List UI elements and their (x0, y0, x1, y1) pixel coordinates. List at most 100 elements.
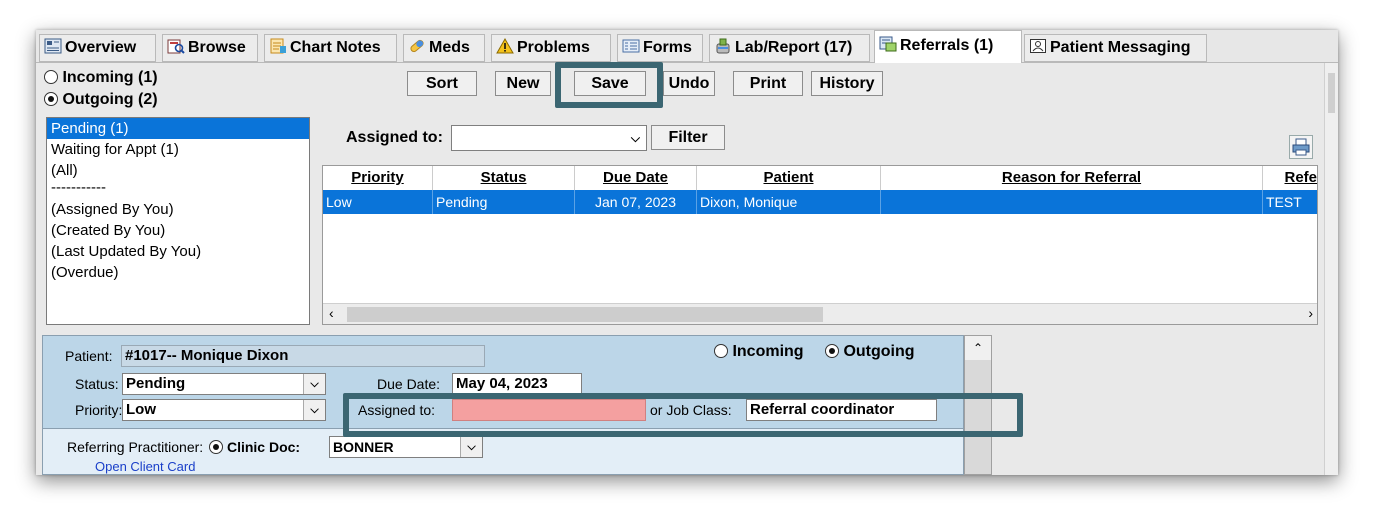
assigned-to-filter-label: Assigned to: (346, 129, 443, 146)
list-item[interactable]: (All) (47, 160, 309, 181)
detail-incoming-option[interactable]: Incoming (714, 343, 804, 361)
tab-label: Problems (517, 39, 590, 56)
referring-practitioner-label: Referring Practitioner: Clinic Doc: (67, 439, 300, 455)
column-header-status[interactable]: Status (433, 166, 575, 190)
tab-chart-notes[interactable]: Chart Notes (264, 34, 397, 62)
tab-label: Meds (429, 39, 470, 56)
scrollbar-thumb[interactable] (347, 307, 823, 322)
list-item[interactable]: Waiting for Appt (1) (47, 139, 309, 160)
detail-outgoing-option[interactable]: Outgoing (825, 343, 915, 361)
outgoing-label: Outgoing (2) (62, 91, 158, 108)
patient-label: Patient: (65, 348, 113, 364)
tab-lab-report[interactable]: Lab/Report (17) (709, 34, 870, 62)
tab-meds[interactable]: Meds (403, 34, 485, 62)
outgoing-radio[interactable] (44, 92, 58, 106)
tab-label: Overview (65, 39, 137, 56)
status-label: Status: (75, 376, 119, 392)
table-cell-due-date: Jan 07, 2023 (575, 190, 697, 214)
list-item[interactable]: (Created By You) (47, 220, 309, 241)
column-header-referred[interactable]: Refe (1263, 166, 1317, 190)
column-header-due-date[interactable]: Due Date (575, 166, 697, 190)
lab-icon (716, 38, 730, 54)
incoming-radio[interactable] (44, 70, 58, 84)
new-button[interactable]: New (495, 71, 551, 96)
tab-referrals[interactable]: Referrals (1) (874, 30, 1022, 64)
detail-outgoing-radio[interactable] (825, 344, 839, 358)
print-button[interactable]: Print (733, 71, 803, 96)
table-horizontal-scrollbar[interactable]: ‹ › (323, 303, 1317, 324)
browse-icon (167, 39, 185, 54)
assigned-job-class-highlight (343, 393, 1023, 437)
tab-problems[interactable]: Problems (491, 34, 611, 62)
tab-patient-messaging[interactable]: Patient Messaging (1024, 34, 1207, 62)
overview-icon (44, 38, 62, 54)
detail-incoming-label: Incoming (732, 343, 804, 360)
column-header-reason[interactable]: Reason for Referral (881, 166, 1263, 190)
clinic-doc-radio[interactable] (209, 440, 224, 454)
list-item[interactable]: (Overdue) (47, 262, 309, 283)
tab-browse[interactable]: Browse (162, 34, 258, 62)
list-item[interactable]: Pending (1) (47, 118, 309, 139)
scroll-left-icon[interactable]: ‹ (329, 305, 334, 321)
tab-overview[interactable]: Overview (39, 34, 156, 62)
filter-button[interactable]: Filter (651, 125, 725, 150)
due-date-field[interactable]: May 04, 2023 (452, 373, 582, 395)
patient-field: #1017-- Monique Dixon (121, 345, 485, 367)
scrollbar-thumb[interactable] (1328, 73, 1335, 113)
outgoing-radio-option[interactable]: Outgoing (2) (44, 91, 158, 109)
assigned-to-filter-select[interactable]: ⌵ (451, 125, 647, 151)
referrals-window: Overview Browse Chart Notes Meds Problem… (36, 30, 1338, 475)
tab-bar: Overview Browse Chart Notes Meds Problem… (36, 30, 1338, 66)
sort-button[interactable]: Sort (407, 71, 477, 96)
referrals-table: Priority Status Due Date Patient Reason … (322, 165, 1318, 325)
due-date-label: Due Date: (377, 376, 441, 392)
status-select[interactable]: Pending ⌵ (122, 373, 326, 395)
table-cell-reason (881, 190, 1263, 214)
clinic-doc-value: BONNER (333, 439, 394, 455)
chevron-down-icon: ⌵ (303, 374, 325, 394)
list-item[interactable]: (Last Updated By You) (47, 241, 309, 262)
detail-outgoing-label: Outgoing (843, 343, 915, 360)
table-cell-priority: Low (323, 190, 433, 214)
detail-incoming-radio[interactable] (714, 344, 728, 358)
pill-icon (410, 39, 424, 53)
scroll-right-icon[interactable]: › (1308, 305, 1313, 321)
open-client-card-link[interactable]: Open Client Card (95, 459, 195, 474)
history-button[interactable]: History (811, 71, 883, 96)
incoming-radio-option[interactable]: Incoming (1) (44, 69, 158, 87)
list-item[interactable]: (Assigned By You) (47, 199, 309, 220)
table-cell-status: Pending (433, 190, 575, 214)
table-cell-patient: Dixon, Monique (697, 190, 881, 214)
printer-icon (1292, 138, 1310, 156)
messaging-icon (1030, 39, 1046, 53)
tab-forms[interactable]: Forms (617, 34, 703, 62)
save-button-highlight (555, 62, 663, 108)
window-vertical-scrollbar[interactable] (1324, 63, 1338, 475)
priority-label: Priority: (75, 402, 123, 418)
table-cell-referred: TEST (1266, 194, 1302, 210)
column-header-priority[interactable]: Priority (323, 166, 433, 190)
column-header-patient[interactable]: Patient (697, 166, 881, 190)
forms-icon (622, 39, 640, 53)
incoming-label: Incoming (1) (62, 69, 158, 86)
priority-select[interactable]: Low ⌵ (122, 399, 326, 421)
clinic-doc-label: Clinic Doc: (226, 439, 301, 455)
status-value: Pending (126, 375, 186, 392)
chart-notes-icon (270, 38, 286, 54)
referring-practitioner-text: Referring Practitioner: (67, 439, 204, 455)
referral-filter-list[interactable]: Pending (1) Waiting for Appt (1) (All) -… (46, 117, 310, 325)
scroll-up-icon[interactable]: ⌃ (965, 336, 991, 360)
tab-label: Browse (188, 39, 246, 56)
chevron-down-icon: ⌵ (460, 437, 482, 457)
referrals-icon (879, 36, 897, 52)
warning-icon (496, 38, 514, 54)
table-row[interactable]: Low Pending Jan 07, 2023 Dixon, Monique … (323, 190, 1317, 214)
tab-label: Chart Notes (290, 39, 381, 56)
clinic-doc-select[interactable]: BONNER ⌵ (329, 436, 483, 458)
tab-label: Lab/Report (17) (735, 39, 853, 56)
referrals-panel: Incoming (1) Outgoing (2) Sort New Save … (36, 62, 1338, 475)
undo-button[interactable]: Undo (663, 71, 715, 96)
tab-label: Referrals (1) (900, 37, 994, 54)
print-list-icon[interactable] (1289, 135, 1313, 159)
chevron-down-icon: ⌵ (630, 131, 640, 145)
